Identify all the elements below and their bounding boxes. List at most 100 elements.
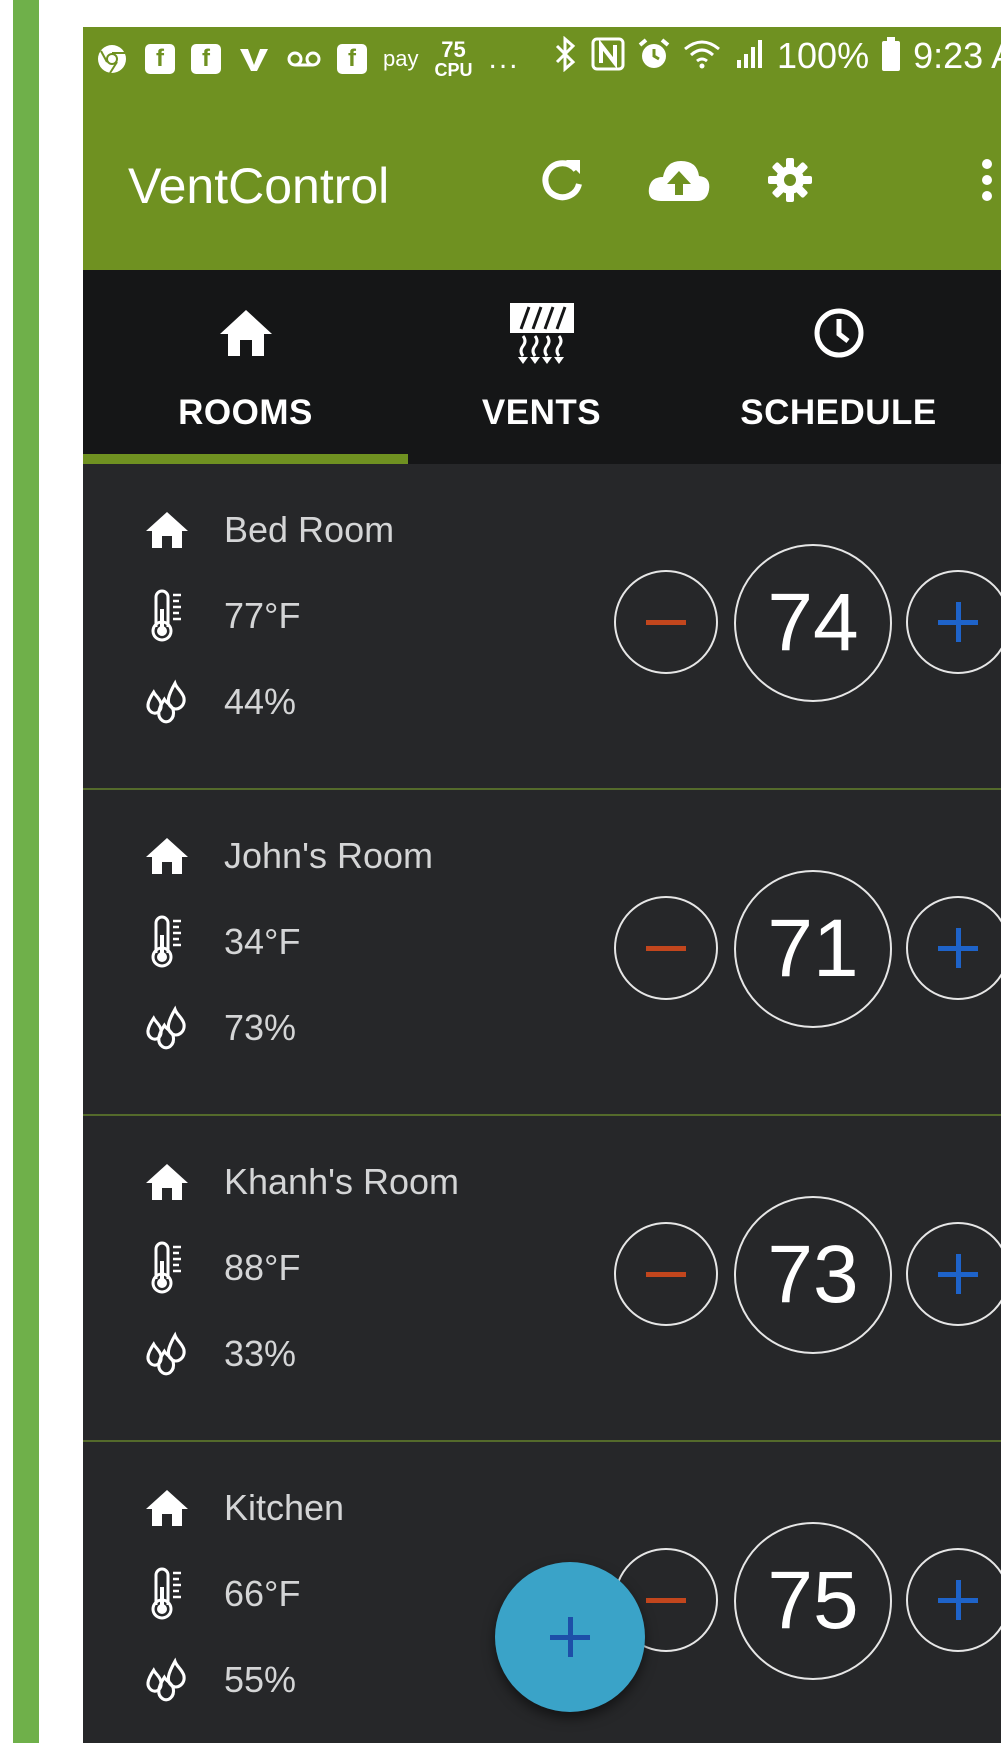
humidity-icon xyxy=(143,675,191,729)
app-bar: VentControl xyxy=(83,93,1001,270)
battery-icon xyxy=(881,36,901,76)
phone-screen: f f f pay 75 CPU ... 100% 9:23 VentContr… xyxy=(83,27,1001,1743)
cpu-label: CPU xyxy=(434,60,473,80)
increase-setpoint-button[interactable] xyxy=(906,1222,1001,1326)
system-status-icons: 100% 9:23 A xyxy=(553,35,1001,77)
battery-percent: 100% xyxy=(777,35,870,76)
decrease-setpoint-button[interactable] xyxy=(614,570,718,674)
app-title: VentControl xyxy=(128,158,390,214)
room-temperature-row: 34°F xyxy=(143,912,300,972)
cloud-upload-button[interactable] xyxy=(644,145,714,215)
room-name: Khanh's Room xyxy=(224,1161,460,1202)
tab-schedule[interactable]: SCHEDULE xyxy=(676,270,1001,464)
room-card[interactable]: Bed Room 77°F 44% 74 xyxy=(83,464,1001,790)
cell-signal-icon xyxy=(733,38,765,75)
room-humidity: 33% xyxy=(224,1333,297,1374)
samsung-pay-icon: pay xyxy=(383,46,419,71)
decrease-setpoint-button[interactable] xyxy=(614,1222,718,1326)
gear-icon xyxy=(768,158,812,202)
refresh-button[interactable] xyxy=(527,145,597,215)
room-temperature: 77°F xyxy=(224,595,301,636)
thermometer-icon xyxy=(143,915,191,969)
humidity-icon xyxy=(143,1327,191,1381)
room-name: John's Room xyxy=(224,835,433,876)
room-temperature-row: 66°F xyxy=(143,1564,300,1624)
clock-icon xyxy=(814,308,863,358)
overflow-menu-button[interactable] xyxy=(955,145,1001,215)
refresh-icon xyxy=(542,160,582,201)
more-vert-icon xyxy=(982,159,992,201)
room-name: Bed Room xyxy=(224,509,395,550)
tab-rooms[interactable]: ROOMS xyxy=(83,270,408,464)
facebook-notification-icon: f xyxy=(191,44,221,74)
vent-icon xyxy=(509,303,574,364)
setpoint-value: 75 xyxy=(734,1522,892,1680)
increase-setpoint-button[interactable] xyxy=(906,570,1001,674)
facebook-notification-icon: f xyxy=(145,44,175,74)
bluetooth-icon xyxy=(553,35,579,77)
minus-icon xyxy=(646,945,686,951)
wifi-icon xyxy=(683,39,721,74)
home-icon xyxy=(143,503,191,557)
room-temperature-row: 88°F xyxy=(143,1238,300,1298)
cpu-indicator: 75 CPU xyxy=(434,37,473,80)
room-humidity-row: 44% xyxy=(143,672,296,732)
room-temperature-row: 77°F xyxy=(143,586,300,646)
room-name: Kitchen xyxy=(224,1487,345,1528)
room-name-row: Bed Room xyxy=(143,500,394,560)
setpoint-value: 74 xyxy=(734,544,892,702)
thermometer-icon xyxy=(143,1567,191,1621)
room-card[interactable]: Khanh's Room 88°F 33% 73 xyxy=(83,1116,1001,1442)
room-list[interactable]: Bed Room 77°F 44% 74 John's Room 34°F 73… xyxy=(83,464,1001,1743)
room-temperature: 88°F xyxy=(224,1247,301,1288)
add-room-fab[interactable] xyxy=(495,1562,645,1712)
room-card[interactable]: John's Room 34°F 73% 71 xyxy=(83,790,1001,1116)
room-humidity-row: 55% xyxy=(143,1650,296,1710)
voicemail-icon xyxy=(287,42,321,76)
increase-setpoint-button[interactable] xyxy=(906,896,1001,1000)
room-humidity: 73% xyxy=(224,1007,297,1048)
thermometer-icon xyxy=(143,589,191,643)
home-icon xyxy=(143,1481,191,1535)
room-humidity-row: 33% xyxy=(143,1324,296,1384)
verizon-notification-icon xyxy=(237,42,271,76)
home-icon xyxy=(143,829,191,883)
alarm-icon xyxy=(637,37,671,76)
thermometer-icon xyxy=(143,1241,191,1295)
room-name-row: Khanh's Room xyxy=(143,1152,459,1212)
cpu-value: 75 xyxy=(441,37,466,62)
settings-button[interactable] xyxy=(755,145,825,215)
clock-time: 9:23 A xyxy=(913,35,1001,76)
decrease-setpoint-button[interactable] xyxy=(614,896,718,1000)
notification-icons: f f f pay 75 CPU ... xyxy=(95,39,520,79)
room-temperature: 34°F xyxy=(224,921,301,962)
side-accent-bar xyxy=(13,0,39,1743)
cloud-upload-icon xyxy=(648,161,710,201)
home-icon xyxy=(143,1155,191,1209)
status-bar: f f f pay 75 CPU ... 100% 9:23 xyxy=(83,27,1001,93)
chrome-notification-icon xyxy=(95,42,129,76)
minus-icon xyxy=(646,619,686,625)
room-humidity: 55% xyxy=(224,1659,297,1700)
tab-vents-label: VENTS xyxy=(481,393,602,432)
minus-icon xyxy=(646,1271,686,1277)
nfc-icon xyxy=(591,37,625,76)
more-notifications-indicator: ... xyxy=(488,42,520,75)
humidity-icon xyxy=(143,1001,191,1055)
room-name-row: John's Room xyxy=(143,826,433,886)
tab-vents[interactable]: VENTS xyxy=(379,270,704,464)
humidity-icon xyxy=(143,1653,191,1707)
room-temperature: 66°F xyxy=(224,1573,301,1614)
room-humidity-row: 73% xyxy=(143,998,296,1058)
selected-tab-indicator xyxy=(83,454,408,464)
tab-bar: ROOMS VENTS SCHEDULE xyxy=(83,270,1001,464)
room-humidity: 44% xyxy=(224,681,297,722)
room-name-row: Kitchen xyxy=(143,1478,344,1538)
tab-schedule-label: SCHEDULE xyxy=(740,393,937,432)
facebook-notification-icon: f xyxy=(337,44,367,74)
setpoint-value: 73 xyxy=(734,1196,892,1354)
minus-icon xyxy=(646,1597,686,1603)
increase-setpoint-button[interactable] xyxy=(906,1548,1001,1652)
tab-rooms-label: ROOMS xyxy=(178,393,313,432)
home-icon xyxy=(219,310,272,356)
